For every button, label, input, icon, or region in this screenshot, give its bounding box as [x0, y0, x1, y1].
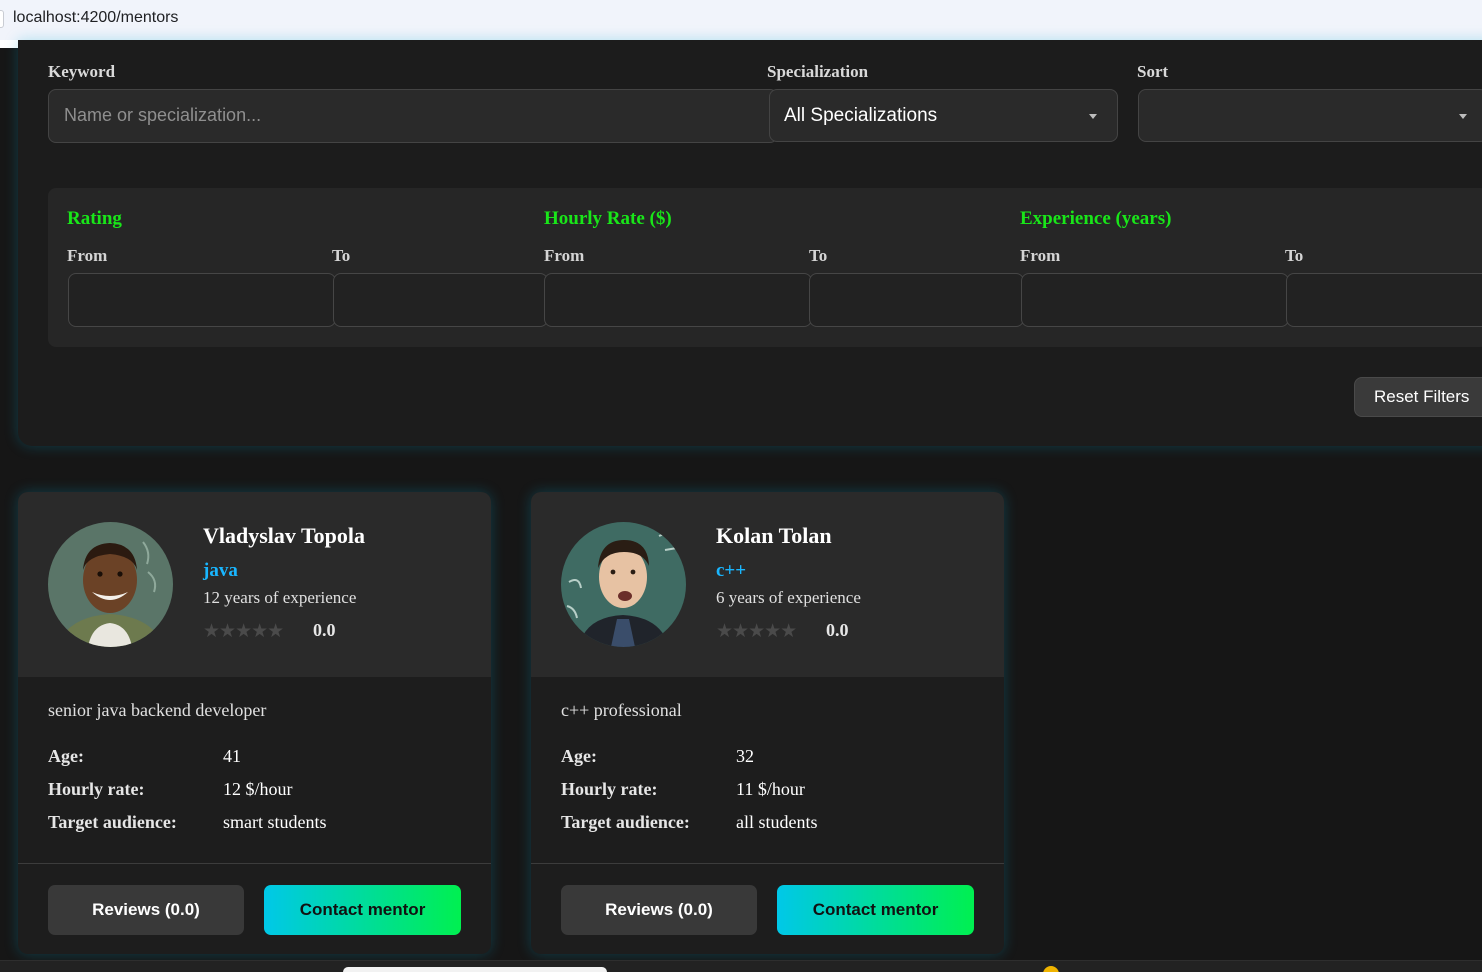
contact-mentor-button[interactable]: Contact mentor — [264, 885, 461, 935]
mentor-card-header: Kolan Tolan c++ 6 years of experience ★★… — [531, 492, 1004, 677]
mentor-hourly-rate: 11 $/hour — [736, 779, 805, 799]
reviews-button[interactable]: Reviews (0.0) — [48, 885, 244, 935]
reset-filters-button[interactable]: Reset Filters — [1354, 377, 1482, 417]
mentor-avatar — [561, 522, 686, 647]
mentor-description: c++ professional — [561, 700, 682, 720]
experience-from-input[interactable] — [1021, 273, 1289, 327]
sort-select[interactable] — [1138, 89, 1482, 142]
rating-title: Rating — [67, 208, 122, 229]
bottom-edge — [0, 960, 1482, 972]
experience-to-input[interactable] — [1286, 273, 1482, 327]
card-divider — [531, 863, 1004, 864]
mentor-card: Vladyslav Topola java 12 years of experi… — [18, 492, 491, 954]
mentor-age: 32 — [736, 746, 754, 766]
age-label: Age: — [561, 746, 597, 766]
rating-from-input[interactable] — [68, 273, 336, 327]
avatar-photo — [48, 522, 173, 647]
url-text[interactable]: localhost:4200/mentors — [13, 9, 178, 27]
mentor-name: Vladyslav Topola — [203, 523, 366, 548]
range-filters: Rating From To Hourly Rate ($) From To E… — [48, 188, 1482, 347]
mentor-rating: 0.0 — [313, 620, 336, 640]
hourly-rate-from-label: From — [544, 246, 585, 265]
browser-address-bar[interactable]: localhost:4200/mentors — [0, 0, 1482, 40]
mentor-experience: 6 years of experience — [716, 588, 861, 607]
mentor-card-header: Vladyslav Topola java 12 years of experi… — [18, 492, 491, 677]
target-audience-label: Target audience: — [48, 812, 177, 832]
hourly-rate-to-input[interactable] — [809, 273, 1024, 327]
mentor-avatar — [48, 522, 173, 647]
card-divider — [18, 863, 491, 864]
specialization-value: All Specializations — [784, 105, 938, 126]
mentor-target-audience: all students — [736, 812, 818, 832]
filter-panel: Keyword Name or specialization... Specia… — [18, 40, 1482, 446]
avatar-photo — [561, 522, 686, 647]
tab-edge — [0, 10, 4, 28]
experience-title: Experience (years) — [1020, 208, 1172, 229]
mentor-card: Kolan Tolan c++ 6 years of experience ★★… — [531, 492, 1004, 954]
mentor-description: senior java backend developer — [48, 700, 267, 720]
hourly-rate-from-input[interactable] — [544, 273, 812, 327]
mentor-target-audience: smart students — [223, 812, 327, 832]
chevron-down-icon — [1089, 114, 1097, 119]
keyword-label: Keyword — [48, 62, 116, 81]
contact-mentor-button[interactable]: Contact mentor — [777, 885, 974, 935]
rating-stars-icon: ★★★★★ — [716, 620, 797, 642]
rating-to-label: To — [332, 246, 351, 265]
age-label: Age: — [48, 746, 84, 766]
keyword-input[interactable]: Name or specialization... — [48, 89, 778, 143]
mentor-experience: 12 years of experience — [203, 588, 357, 607]
mentor-age: 41 — [223, 746, 241, 766]
chevron-down-icon — [1459, 114, 1467, 119]
mentor-rating: 0.0 — [826, 620, 849, 640]
mentor-specialization: c++ — [716, 560, 747, 581]
mentor-hourly-rate: 12 $/hour — [223, 779, 293, 799]
hourly-rate-to-label: To — [809, 246, 828, 265]
hourly-rate-title: Hourly Rate ($) — [544, 208, 672, 229]
rating-to-input[interactable] — [333, 273, 548, 327]
sort-label: Sort — [1137, 62, 1169, 81]
experience-to-label: To — [1285, 246, 1304, 265]
mentor-name: Kolan Tolan — [716, 523, 832, 548]
specialization-label: Specialization — [767, 62, 869, 81]
mentor-specialization: java — [203, 560, 238, 581]
hourly-rate-label: Hourly rate: — [561, 779, 658, 799]
target-audience-label: Target audience: — [561, 812, 690, 832]
experience-from-label: From — [1020, 246, 1061, 265]
keyword-placeholder: Name or specialization... — [64, 105, 262, 125]
reviews-button[interactable]: Reviews (0.0) — [561, 885, 757, 935]
partial-element — [343, 967, 607, 972]
specialization-select[interactable]: All Specializations — [769, 89, 1118, 142]
hourly-rate-label: Hourly rate: — [48, 779, 145, 799]
rating-stars-icon: ★★★★★ — [203, 620, 284, 642]
rating-from-label: From — [67, 246, 108, 265]
